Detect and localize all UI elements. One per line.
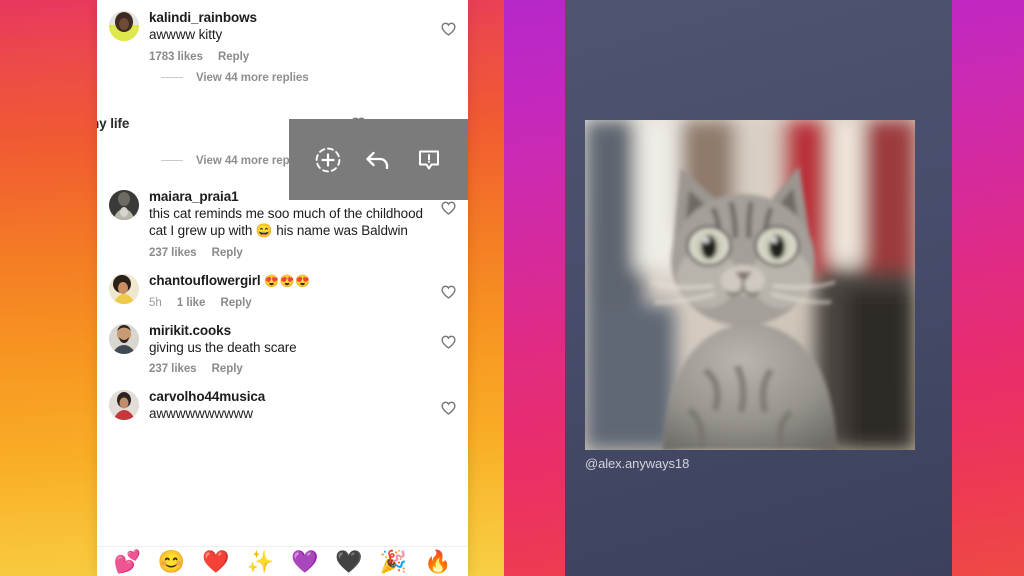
avatar-carvolho-icon[interactable] (109, 390, 139, 420)
comment-body: chantouflowergirl 😍😍😍 5h 1 like Reply (149, 272, 454, 309)
comment-likes[interactable]: 1783 likes (149, 51, 203, 63)
comment-emoji: 😍😍😍 (264, 273, 311, 288)
emoji-button[interactable]: 🎉 (380, 549, 407, 575)
emoji-button[interactable]: 🔥 (424, 549, 451, 575)
heart-outline-icon[interactable] (441, 22, 456, 36)
comment-text: awwwwwwwwww (149, 406, 253, 421)
tabby-cat-photo: silvaqueen15 commented you are the loaf … (585, 120, 915, 450)
comment-username[interactable]: carvolho44musica (149, 388, 428, 405)
comment-body: kalindi_rainbows awwww kitty 1783 likes … (149, 9, 454, 63)
screen-root: kalindi_rainbows awwww kitty 1783 likes … (0, 0, 1024, 576)
comment-meta: 237 likes Reply (149, 363, 428, 375)
comment-username[interactable]: kalindi_rainbows (149, 9, 428, 26)
add-to-story-icon[interactable] (313, 145, 343, 175)
comment-text: this cat reminds me soo much of the chil… (149, 205, 423, 239)
comment-item[interactable]: carvolho44musica awwwwwwwwww (97, 379, 468, 427)
comment-item[interactable]: chantouflowergirl 😍😍😍 5h 1 like Reply (97, 263, 468, 313)
emoji-quick-bar[interactable]: 💕 😊 ❤️ ✨ 💜 🖤 🎉 🔥 (97, 546, 468, 576)
avatar-mirikit-icon[interactable] (109, 323, 139, 354)
divider-line (161, 77, 183, 78)
story-panel[interactable]: silvaqueen15 commented you are the loaf … (565, 0, 952, 576)
comment-meta: 5h 1 like Reply (149, 297, 428, 309)
emoji-button[interactable]: 😊 (158, 549, 185, 575)
heart-outline-icon[interactable] (441, 401, 456, 415)
comment-reply-button[interactable]: Reply (212, 363, 243, 375)
comment-username[interactable]: mirikit.cooks (149, 322, 428, 339)
comment-likes[interactable]: 237 likes (149, 247, 197, 259)
comment-username[interactable]: chantouflowergirl 😍😍😍 (149, 272, 428, 290)
comment-reply-button[interactable]: Reply (221, 297, 252, 309)
heart-outline-icon[interactable] (441, 335, 456, 349)
avatar-kalindi-icon[interactable] (109, 11, 139, 41)
report-icon[interactable] (414, 145, 444, 175)
emoji-button[interactable]: ❤️ (202, 549, 229, 575)
clipped-comment-text: ny life (97, 115, 130, 131)
divider-line (161, 160, 183, 161)
avatar-maiara-icon[interactable] (109, 189, 139, 220)
comment-likes[interactable]: 1 like (177, 297, 206, 309)
emoji-button[interactable]: 💜 (291, 549, 318, 575)
comment-item[interactable]: mirikit.cooks giving us the death scare … (97, 313, 468, 380)
comment-body: carvolho44musica awwwwwwwwww (149, 388, 454, 423)
view-more-replies-label: View 44 more replies (196, 71, 309, 84)
heart-outline-icon[interactable] (441, 285, 456, 299)
comment-text: giving us the death scare (149, 339, 297, 355)
emoji-button[interactable]: 🖤 (335, 549, 362, 575)
avatar-chantou-icon[interactable] (109, 273, 139, 304)
comment-meta: 237 likes Reply (149, 247, 428, 259)
comment-time: 5h (149, 296, 162, 309)
comment-text: awwww kitty (149, 27, 223, 42)
comment-likes[interactable]: 237 likes (149, 363, 197, 375)
story-handle-label[interactable]: @alex.anyways18 (585, 456, 689, 471)
emoji-button[interactable]: 💕 (113, 549, 140, 575)
comment-body: mirikit.cooks giving us the death scare … (149, 322, 454, 376)
view-more-replies-button[interactable]: View 44 more replies (97, 67, 468, 96)
comment-reply-button[interactable]: Reply (212, 247, 243, 259)
reply-arrow-icon[interactable] (363, 145, 393, 175)
comment-item[interactable]: kalindi_rainbows awwww kitty 1783 likes … (97, 0, 468, 67)
comment-username-label: chantouflowergirl (149, 272, 261, 288)
comments-panel[interactable]: kalindi_rainbows awwww kitty 1783 likes … (97, 0, 468, 576)
emoji-button[interactable]: ✨ (247, 549, 274, 575)
comment-reply-button[interactable]: Reply (218, 51, 249, 63)
comment-meta: 1783 likes Reply (149, 51, 428, 63)
comment-action-toolbar[interactable] (289, 119, 468, 200)
heart-outline-icon[interactable] (441, 201, 456, 215)
